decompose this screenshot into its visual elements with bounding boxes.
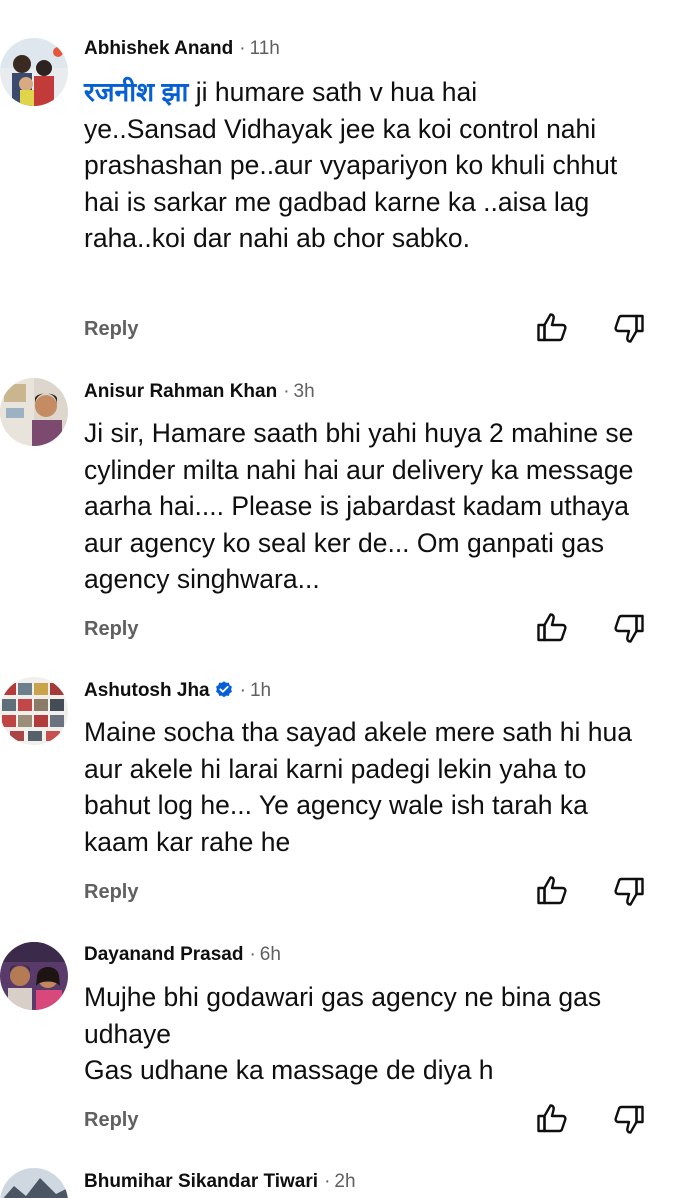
avatar[interactable] — [0, 942, 68, 1010]
author-name[interactable]: Bhumihar Sikandar Tiwari — [84, 1171, 318, 1192]
separator-dot: · — [324, 1171, 331, 1192]
author-name[interactable]: Ashutosh Jha — [84, 680, 210, 701]
comment-item: Abhishek Anand · 11h रजनीश झा ji humare sa… — [0, 0, 674, 352]
separator-dot: · — [239, 38, 246, 59]
comment-actions: Reply — [84, 610, 659, 650]
avatar[interactable] — [0, 378, 68, 446]
thumbs-up-icon[interactable] — [534, 610, 570, 646]
separator-dot: · — [283, 381, 290, 402]
comment-text: रजनीश झा ji humare sath v hua hai ye..Sa… — [84, 74, 659, 257]
reply-button[interactable]: Reply — [84, 1109, 138, 1132]
separator-dot: · — [249, 944, 256, 965]
thumbs-up-icon[interactable] — [534, 873, 570, 909]
comment-text: Mujhe bhi godawari gas agency ne bina ga… — [84, 982, 602, 1086]
comment-actions: Reply — [84, 1101, 659, 1141]
avatar[interactable] — [0, 38, 68, 106]
reply-button[interactable]: Reply — [84, 881, 138, 904]
comment-item: Dayanand Prasad · 6h Mujhe bhi godawari ga… — [0, 922, 674, 1162]
comment-timestamp: 3h — [293, 381, 315, 402]
comment-item: Anisur Rahman Khan · 3h Ji sir, Hamare saa… — [0, 352, 674, 657]
comment-item: Ashutosh Jha · 1h Maine socha tha sayad ak… — [0, 657, 674, 922]
thumbs-down-icon[interactable] — [611, 1101, 647, 1137]
reply-button[interactable]: Reply — [84, 318, 138, 341]
reply-button[interactable]: Reply — [84, 618, 138, 641]
comment-header: Bhumihar Sikandar Tiwari · 2h — [84, 1170, 356, 1194]
comment-header: Anisur Rahman Khan · 3h — [84, 380, 315, 404]
comment-actions: Reply — [84, 310, 659, 350]
comment-text: Maine socha tha sayad akele mere sath hi… — [84, 717, 632, 857]
comment-text: Ji sir, Hamare saath bhi yahi huya 2 mah… — [84, 418, 634, 595]
author-name[interactable]: Dayanand Prasad — [84, 944, 243, 965]
separator-dot: · — [239, 680, 246, 701]
comment-timestamp: 2h — [334, 1171, 356, 1192]
comment-actions: Reply — [84, 873, 659, 913]
author-name[interactable]: Abhishek Anand — [84, 38, 233, 59]
mention-link[interactable]: रजनीश झा — [84, 77, 188, 107]
comment-header: Abhishek Anand · 11h — [84, 37, 280, 61]
thumbs-down-icon[interactable] — [611, 610, 647, 646]
avatar[interactable] — [0, 677, 68, 745]
thumbs-down-icon[interactable] — [611, 873, 647, 909]
comment-timestamp: 1h — [249, 680, 272, 701]
thumbs-up-icon[interactable] — [534, 1101, 570, 1137]
comment-timestamp: 11h — [249, 38, 280, 59]
avatar[interactable] — [0, 1168, 68, 1198]
comment-timestamp: 6h — [259, 944, 281, 965]
comment-header: Ashutosh Jha · 1h — [84, 679, 271, 703]
verified-badge-icon — [215, 681, 232, 698]
comment-header: Dayanand Prasad · 6h — [84, 943, 281, 967]
comments-feed: Abhishek Anand · 11h रजनीश झा ji humare sa… — [0, 0, 674, 1198]
author-name[interactable]: Anisur Rahman Khan — [84, 381, 277, 402]
comment-item: Bhumihar Sikandar Tiwari · 2h — [0, 1162, 674, 1198]
thumbs-down-icon[interactable] — [611, 310, 647, 346]
thumbs-up-icon[interactable] — [534, 310, 570, 346]
